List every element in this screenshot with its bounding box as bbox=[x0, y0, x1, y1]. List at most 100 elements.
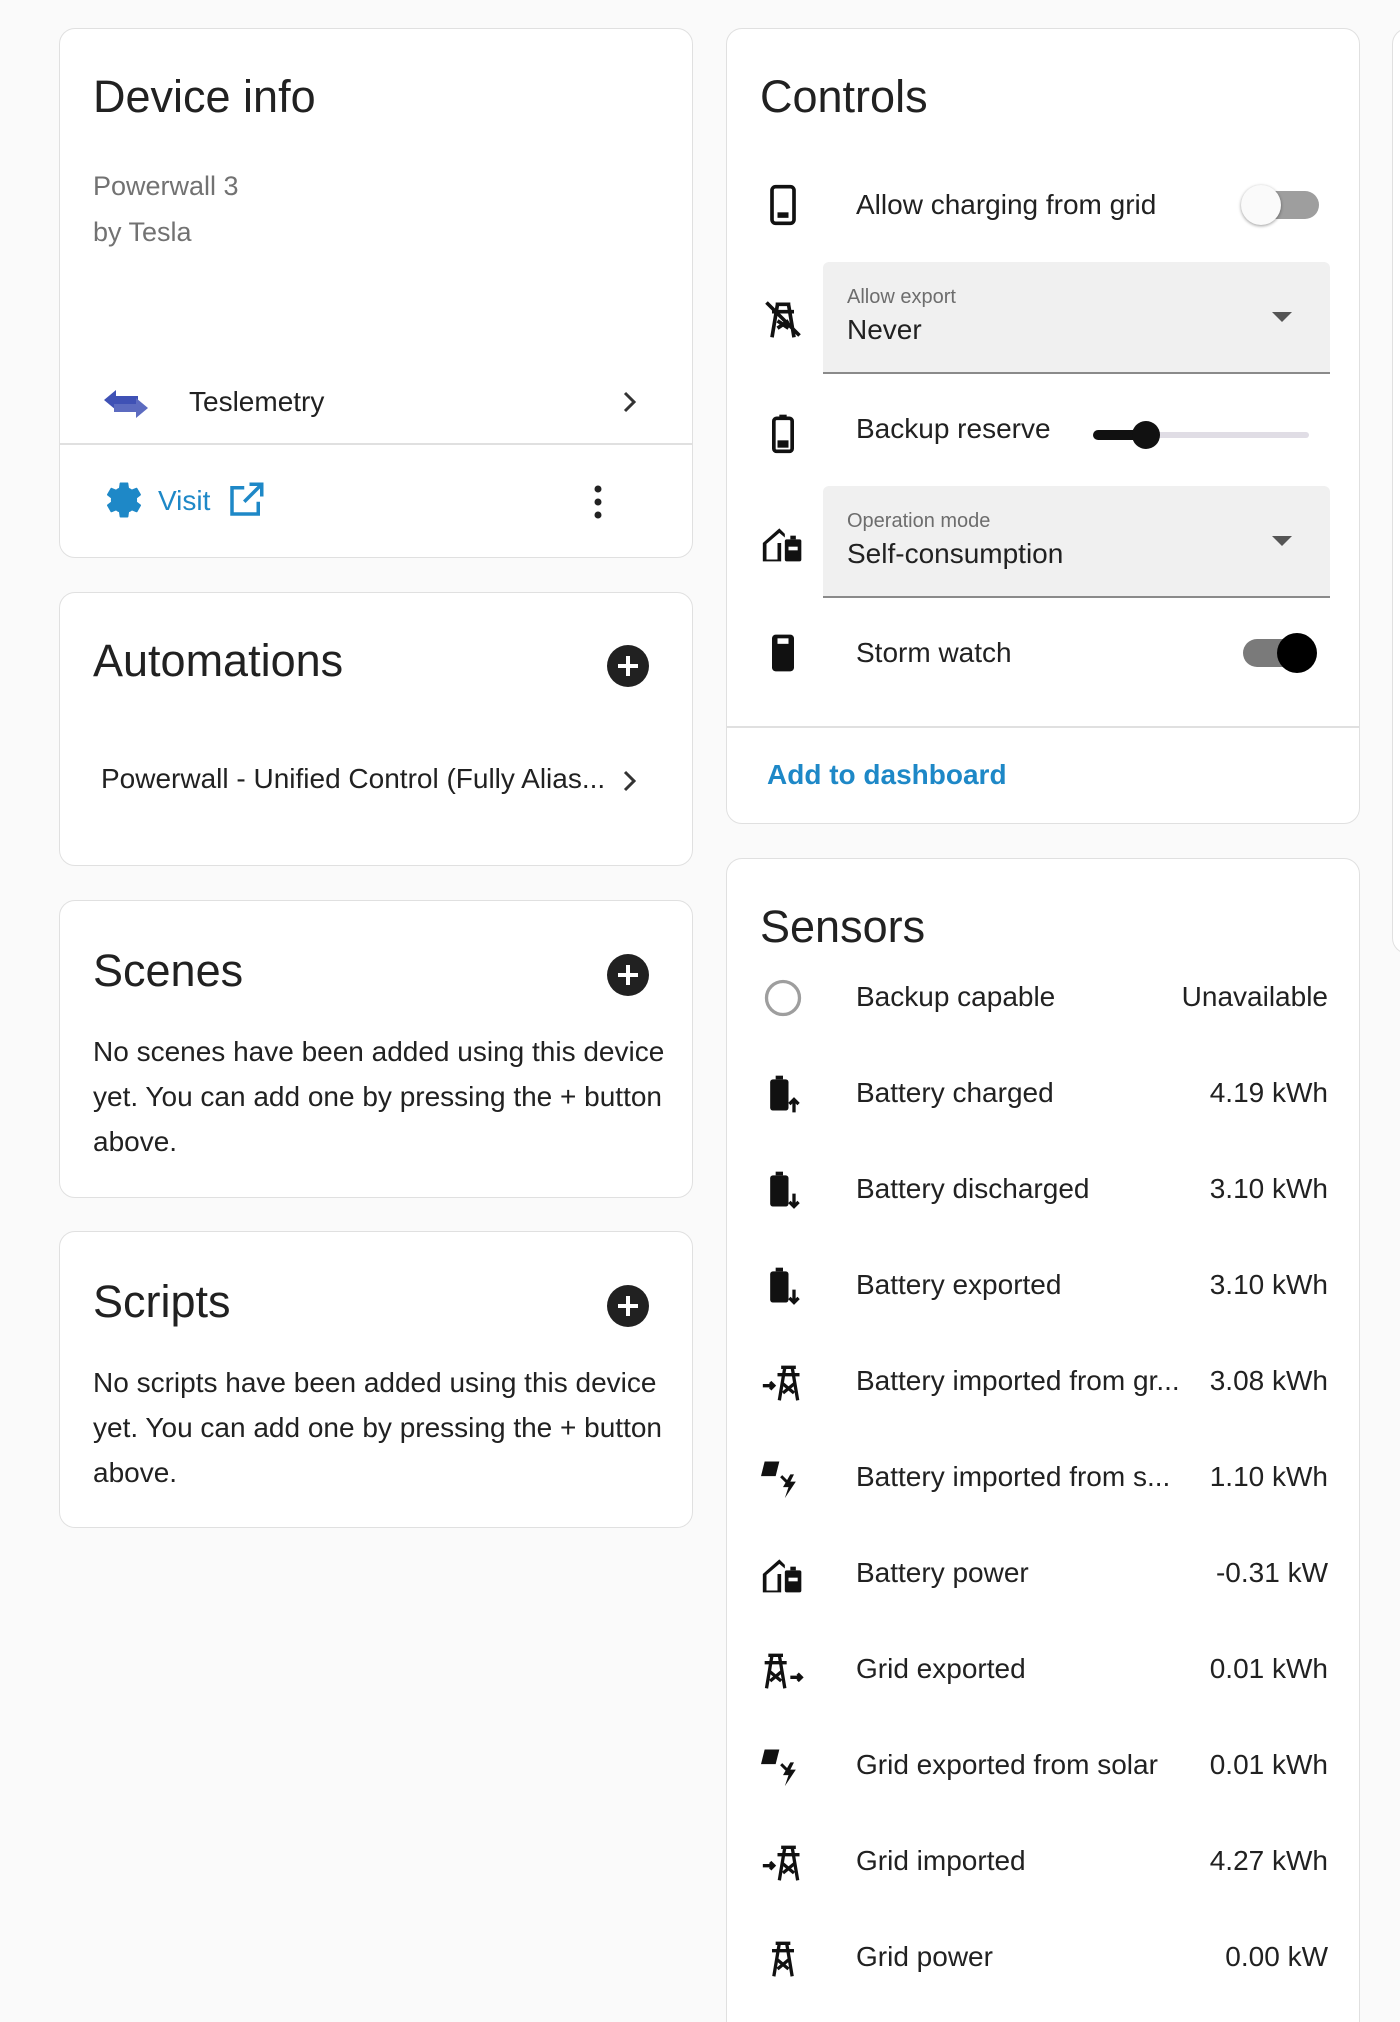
battery-arrow-down-icon bbox=[761, 1264, 805, 1308]
allow-export-value: Never bbox=[847, 314, 922, 345]
sensor-value: 3.10 kWh bbox=[1209, 1269, 1328, 1300]
sensor-label: Grid power bbox=[856, 1941, 993, 1972]
sensor-label: Grid exported bbox=[856, 1653, 1026, 1684]
circle-outline-icon bbox=[761, 976, 805, 1020]
sensor-row[interactable]: Backup capable Unavailable bbox=[727, 959, 1359, 1039]
controls-title: Controls bbox=[760, 71, 928, 122]
transmission-tower-icon bbox=[761, 1936, 805, 1980]
open-in-new-icon bbox=[225, 479, 267, 521]
chevron-right-icon bbox=[615, 388, 643, 416]
automations-title: Automations bbox=[93, 635, 344, 686]
sensor-label: Battery imported from s... bbox=[856, 1461, 1171, 1492]
storm-watch-toggle[interactable] bbox=[1241, 631, 1321, 675]
allow-export-select[interactable]: Allow export Never bbox=[823, 262, 1330, 374]
solar-power-icon bbox=[761, 1456, 805, 1500]
sensor-label: Battery power bbox=[856, 1557, 1029, 1588]
dropdown-caret-icon bbox=[1272, 312, 1292, 322]
storm-watch-label: Storm watch bbox=[856, 637, 1012, 668]
operation-mode-select[interactable]: Operation mode Self-consumption bbox=[823, 486, 1330, 598]
sensor-row[interactable]: Battery charged 4.19 kWh bbox=[727, 1055, 1359, 1135]
sensor-row[interactable]: Grid power 0.00 kW bbox=[727, 1919, 1359, 1999]
battery-arrow-up-icon bbox=[761, 1072, 805, 1116]
battery-icon bbox=[761, 411, 805, 455]
sensor-value: 0.01 kWh bbox=[1209, 1749, 1328, 1780]
allow-charging-toggle[interactable] bbox=[1241, 183, 1321, 227]
device-info-card: Device info Powerwall 3 by Tesla Tesleme… bbox=[59, 28, 693, 558]
home-battery-icon bbox=[761, 521, 805, 565]
add-to-dashboard-button[interactable]: Add to dashboard bbox=[767, 759, 1007, 791]
slider-thumb[interactable] bbox=[1132, 421, 1161, 449]
sensor-value: 3.08 kWh bbox=[1209, 1365, 1328, 1396]
sensor-value: 4.19 kWh bbox=[1209, 1077, 1328, 1108]
allow-export-label: Allow export bbox=[847, 286, 956, 308]
transmission-tower-off-icon bbox=[761, 297, 805, 341]
automation-item[interactable]: Powerwall - Unified Control (Fully Alias… bbox=[60, 753, 692, 813]
scripts-empty-text: No scripts have been added using this de… bbox=[93, 1367, 662, 1488]
toggle-knob bbox=[1277, 633, 1317, 673]
sensor-label: Battery charged bbox=[856, 1077, 1054, 1108]
scripts-title: Scripts bbox=[93, 1276, 231, 1327]
sensor-value: 0.01 kWh bbox=[1209, 1653, 1328, 1684]
sensor-row[interactable]: Grid exported from solar 0.01 kWh bbox=[727, 1727, 1359, 1807]
sensor-row[interactable]: Battery imported from gr... 3.08 kWh bbox=[727, 1343, 1359, 1423]
sensor-row[interactable]: Grid imported 4.27 kWh bbox=[727, 1823, 1359, 1903]
dropdown-caret-icon bbox=[1272, 536, 1292, 546]
sensor-value: 0.00 kW bbox=[1225, 1941, 1328, 1972]
next-column-card bbox=[1392, 28, 1400, 954]
chevron-right-icon bbox=[615, 767, 643, 795]
sensor-label: Battery discharged bbox=[856, 1173, 1090, 1204]
sensor-row[interactable]: Battery discharged 3.10 kWh bbox=[727, 1151, 1359, 1231]
sensors-card: Sensors Backup capable Unavailable Battery… bbox=[726, 858, 1360, 2022]
backup-reserve-slider[interactable] bbox=[1093, 415, 1309, 455]
sensor-label: Battery imported from gr... bbox=[856, 1365, 1180, 1396]
integration-row[interactable]: Teslemetry bbox=[60, 364, 692, 444]
divider bbox=[60, 443, 692, 445]
scripts-card: Scripts No scripts have been added using… bbox=[59, 1231, 693, 1528]
more-vertical-icon[interactable] bbox=[580, 480, 616, 524]
sensor-value: Unavailable bbox=[1181, 981, 1328, 1012]
sensor-row[interactable]: Grid exported 0.01 kWh bbox=[727, 1631, 1359, 1711]
transmission-tower-import-icon bbox=[761, 1840, 805, 1884]
sensor-row[interactable]: Battery imported from s... 1.10 kWh bbox=[727, 1439, 1359, 1519]
allow-charging-label: Allow charging from grid bbox=[856, 189, 1157, 220]
automations-card: Automations Powerwall - Unified Control … bbox=[59, 592, 693, 866]
battery-tall-icon bbox=[761, 631, 805, 675]
battery-arrow-down-icon bbox=[761, 1168, 805, 1212]
backup-reserve-label: Backup reserve bbox=[856, 413, 1051, 444]
operation-mode-value: Self-consumption bbox=[847, 538, 1064, 569]
teslemetry-logo-icon bbox=[100, 382, 152, 426]
sensor-value: 1.10 kWh bbox=[1209, 1461, 1328, 1492]
transmission-tower-import-icon bbox=[761, 1360, 805, 1404]
sensor-label: Grid exported from solar bbox=[856, 1749, 1158, 1780]
integration-name: Teslemetry bbox=[189, 386, 325, 417]
add-scene-button[interactable] bbox=[607, 954, 649, 996]
automation-item-label: Powerwall - Unified Control (Fully Alias… bbox=[101, 763, 606, 794]
scenes-card: Scenes No scenes have been added using t… bbox=[59, 900, 693, 1198]
sensor-row[interactable]: Battery exported 3.10 kWh bbox=[727, 1247, 1359, 1327]
sensor-label: Battery exported bbox=[856, 1269, 1062, 1300]
transmission-tower-export-icon bbox=[761, 1648, 805, 1692]
add-automation-button[interactable] bbox=[607, 645, 649, 687]
add-script-button[interactable] bbox=[607, 1285, 649, 1327]
visit-link[interactable]: Visit bbox=[103, 477, 303, 527]
sensor-value: -0.31 kW bbox=[1215, 1557, 1328, 1588]
divider bbox=[727, 726, 1359, 728]
device-manufacturer: by Tesla bbox=[93, 217, 192, 247]
sensor-label: Grid imported bbox=[856, 1845, 1026, 1876]
solar-power-icon bbox=[761, 1744, 805, 1788]
scenes-title: Scenes bbox=[93, 945, 244, 996]
phone-battery-icon bbox=[761, 183, 805, 227]
device-info-title: Device info bbox=[93, 71, 316, 122]
scenes-empty-text: No scenes have been added using this dev… bbox=[93, 1036, 665, 1157]
gear-icon bbox=[103, 479, 145, 521]
sensor-label: Backup capable bbox=[856, 981, 1056, 1012]
operation-mode-label: Operation mode bbox=[847, 510, 991, 532]
sensor-value: 4.27 kWh bbox=[1209, 1845, 1328, 1876]
toggle-knob bbox=[1241, 185, 1281, 225]
controls-card: Controls Allow charging from grid Allow … bbox=[726, 28, 1360, 824]
home-battery-icon bbox=[761, 1552, 805, 1596]
device-model: Powerwall 3 bbox=[93, 171, 239, 201]
sensor-value: 3.10 kWh bbox=[1209, 1173, 1328, 1204]
sensor-row[interactable]: Battery power -0.31 kW bbox=[727, 1535, 1359, 1615]
visit-label: Visit bbox=[158, 485, 211, 516]
